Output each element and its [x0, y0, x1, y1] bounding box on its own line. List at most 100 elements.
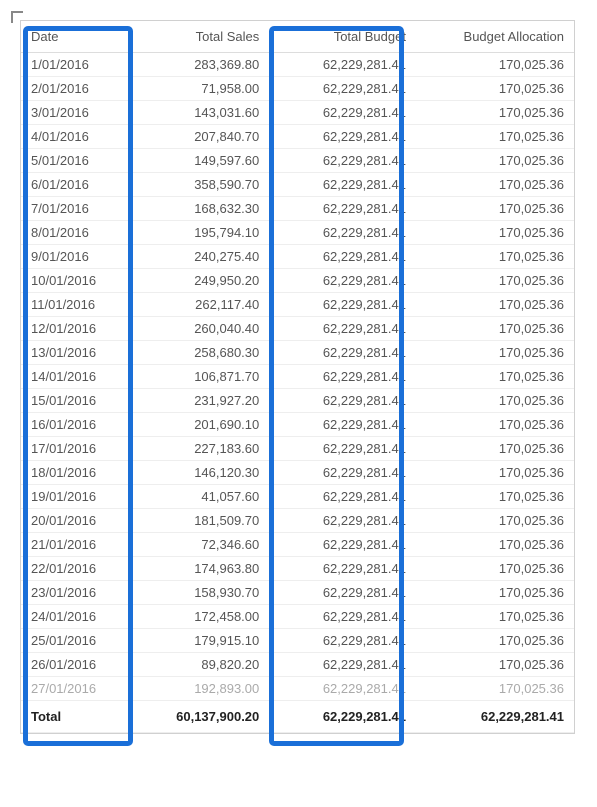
cell-budget: 62,229,281.41 [269, 173, 416, 197]
cell-alloc: 170,025.36 [416, 341, 574, 365]
cell-date: 13/01/2016 [21, 341, 134, 365]
table-row[interactable]: 26/01/201689,820.2062,229,281.41170,025.… [21, 653, 574, 677]
table-row[interactable]: 27/01/2016192,893.0062,229,281.41170,025… [21, 677, 574, 701]
table-row[interactable]: 19/01/201641,057.6062,229,281.41170,025.… [21, 485, 574, 509]
table-row[interactable]: 4/01/2016207,840.7062,229,281.41170,025.… [21, 125, 574, 149]
cell-alloc: 170,025.36 [416, 389, 574, 413]
cell-date: 8/01/2016 [21, 221, 134, 245]
cell-date: 27/01/2016 [21, 677, 134, 701]
table-row[interactable]: 23/01/2016158,930.7062,229,281.41170,025… [21, 581, 574, 605]
cell-sales: 71,958.00 [134, 77, 269, 101]
cell-budget: 62,229,281.41 [269, 437, 416, 461]
cell-alloc: 170,025.36 [416, 485, 574, 509]
cell-sales: 146,120.30 [134, 461, 269, 485]
cell-alloc: 170,025.36 [416, 629, 574, 653]
cell-alloc: 170,025.36 [416, 53, 574, 77]
cell-sales: 158,930.70 [134, 581, 269, 605]
cell-date: 15/01/2016 [21, 389, 134, 413]
data-table-visual[interactable]: Date Total Sales Total Budget Budget All… [20, 20, 575, 734]
cell-sales: 249,950.20 [134, 269, 269, 293]
cell-budget: 62,229,281.41 [269, 413, 416, 437]
header-row: Date Total Sales Total Budget Budget All… [21, 21, 574, 53]
table-row[interactable]: 12/01/2016260,040.4062,229,281.41170,025… [21, 317, 574, 341]
cell-alloc: 170,025.36 [416, 197, 574, 221]
cell-sales: 358,590.70 [134, 173, 269, 197]
table-row[interactable]: 20/01/2016181,509.7062,229,281.41170,025… [21, 509, 574, 533]
cell-alloc: 170,025.36 [416, 221, 574, 245]
cell-budget: 62,229,281.41 [269, 389, 416, 413]
cell-alloc: 170,025.36 [416, 149, 574, 173]
table-row[interactable]: 1/01/2016283,369.8062,229,281.41170,025.… [21, 53, 574, 77]
table-row[interactable]: 21/01/201672,346.6062,229,281.41170,025.… [21, 533, 574, 557]
cell-date: 4/01/2016 [21, 125, 134, 149]
cell-sales: 143,031.60 [134, 101, 269, 125]
cell-date: 12/01/2016 [21, 317, 134, 341]
cell-date: 26/01/2016 [21, 653, 134, 677]
cell-alloc: 170,025.36 [416, 581, 574, 605]
header-total-sales[interactable]: Total Sales [134, 21, 269, 53]
cell-alloc: 170,025.36 [416, 677, 574, 701]
total-row: Total 60,137,900.20 62,229,281.41 62,229… [21, 701, 574, 733]
cell-budget: 62,229,281.41 [269, 365, 416, 389]
header-date[interactable]: Date [21, 21, 134, 53]
table-row[interactable]: 6/01/2016358,590.7062,229,281.41170,025.… [21, 173, 574, 197]
cell-budget: 62,229,281.41 [269, 629, 416, 653]
cell-date: 22/01/2016 [21, 557, 134, 581]
cell-budget: 62,229,281.41 [269, 149, 416, 173]
cell-sales: 172,458.00 [134, 605, 269, 629]
table-row[interactable]: 18/01/2016146,120.3062,229,281.41170,025… [21, 461, 574, 485]
cell-budget: 62,229,281.41 [269, 269, 416, 293]
total-budget: 62,229,281.41 [269, 701, 416, 733]
table-row[interactable]: 3/01/2016143,031.6062,229,281.41170,025.… [21, 101, 574, 125]
cell-budget: 62,229,281.41 [269, 77, 416, 101]
cell-budget: 62,229,281.41 [269, 245, 416, 269]
table-row[interactable]: 11/01/2016262,117.4062,229,281.41170,025… [21, 293, 574, 317]
cell-date: 5/01/2016 [21, 149, 134, 173]
table-row[interactable]: 10/01/2016249,950.2062,229,281.41170,025… [21, 269, 574, 293]
cell-alloc: 170,025.36 [416, 437, 574, 461]
cell-date: 1/01/2016 [21, 53, 134, 77]
table-row[interactable]: 15/01/2016231,927.2062,229,281.41170,025… [21, 389, 574, 413]
table-row[interactable]: 5/01/2016149,597.6062,229,281.41170,025.… [21, 149, 574, 173]
cell-alloc: 170,025.36 [416, 413, 574, 437]
cell-sales: 179,915.10 [134, 629, 269, 653]
cell-alloc: 170,025.36 [416, 173, 574, 197]
total-label: Total [21, 701, 134, 733]
cell-alloc: 170,025.36 [416, 101, 574, 125]
cell-sales: 174,963.80 [134, 557, 269, 581]
cell-budget: 62,229,281.41 [269, 461, 416, 485]
table-row[interactable]: 14/01/2016106,871.7062,229,281.41170,025… [21, 365, 574, 389]
cell-date: 18/01/2016 [21, 461, 134, 485]
table-row[interactable]: 24/01/2016172,458.0062,229,281.41170,025… [21, 605, 574, 629]
table-row[interactable]: 22/01/2016174,963.8062,229,281.41170,025… [21, 557, 574, 581]
cell-sales: 260,040.40 [134, 317, 269, 341]
data-table: Date Total Sales Total Budget Budget All… [21, 21, 574, 733]
header-budget-allocation[interactable]: Budget Allocation [416, 21, 574, 53]
total-alloc: 62,229,281.41 [416, 701, 574, 733]
cell-sales: 262,117.40 [134, 293, 269, 317]
table-row[interactable]: 17/01/2016227,183.6062,229,281.41170,025… [21, 437, 574, 461]
cell-sales: 195,794.10 [134, 221, 269, 245]
cell-date: 3/01/2016 [21, 101, 134, 125]
table-row[interactable]: 8/01/2016195,794.1062,229,281.41170,025.… [21, 221, 574, 245]
cell-date: 23/01/2016 [21, 581, 134, 605]
cell-sales: 258,680.30 [134, 341, 269, 365]
cell-budget: 62,229,281.41 [269, 485, 416, 509]
table-row[interactable]: 13/01/2016258,680.3062,229,281.41170,025… [21, 341, 574, 365]
cell-alloc: 170,025.36 [416, 125, 574, 149]
table-row[interactable]: 2/01/201671,958.0062,229,281.41170,025.3… [21, 77, 574, 101]
header-total-budget[interactable]: Total Budget [269, 21, 416, 53]
cell-budget: 62,229,281.41 [269, 221, 416, 245]
cell-date: 11/01/2016 [21, 293, 134, 317]
table-row[interactable]: 25/01/2016179,915.1062,229,281.41170,025… [21, 629, 574, 653]
table-row[interactable]: 16/01/2016201,690.1062,229,281.41170,025… [21, 413, 574, 437]
table-row[interactable]: 7/01/2016168,632.3062,229,281.41170,025.… [21, 197, 574, 221]
table-row[interactable]: 9/01/2016240,275.4062,229,281.41170,025.… [21, 245, 574, 269]
cell-budget: 62,229,281.41 [269, 509, 416, 533]
cell-budget: 62,229,281.41 [269, 557, 416, 581]
cell-date: 16/01/2016 [21, 413, 134, 437]
cell-alloc: 170,025.36 [416, 557, 574, 581]
cell-date: 17/01/2016 [21, 437, 134, 461]
cell-date: 7/01/2016 [21, 197, 134, 221]
cell-sales: 72,346.60 [134, 533, 269, 557]
